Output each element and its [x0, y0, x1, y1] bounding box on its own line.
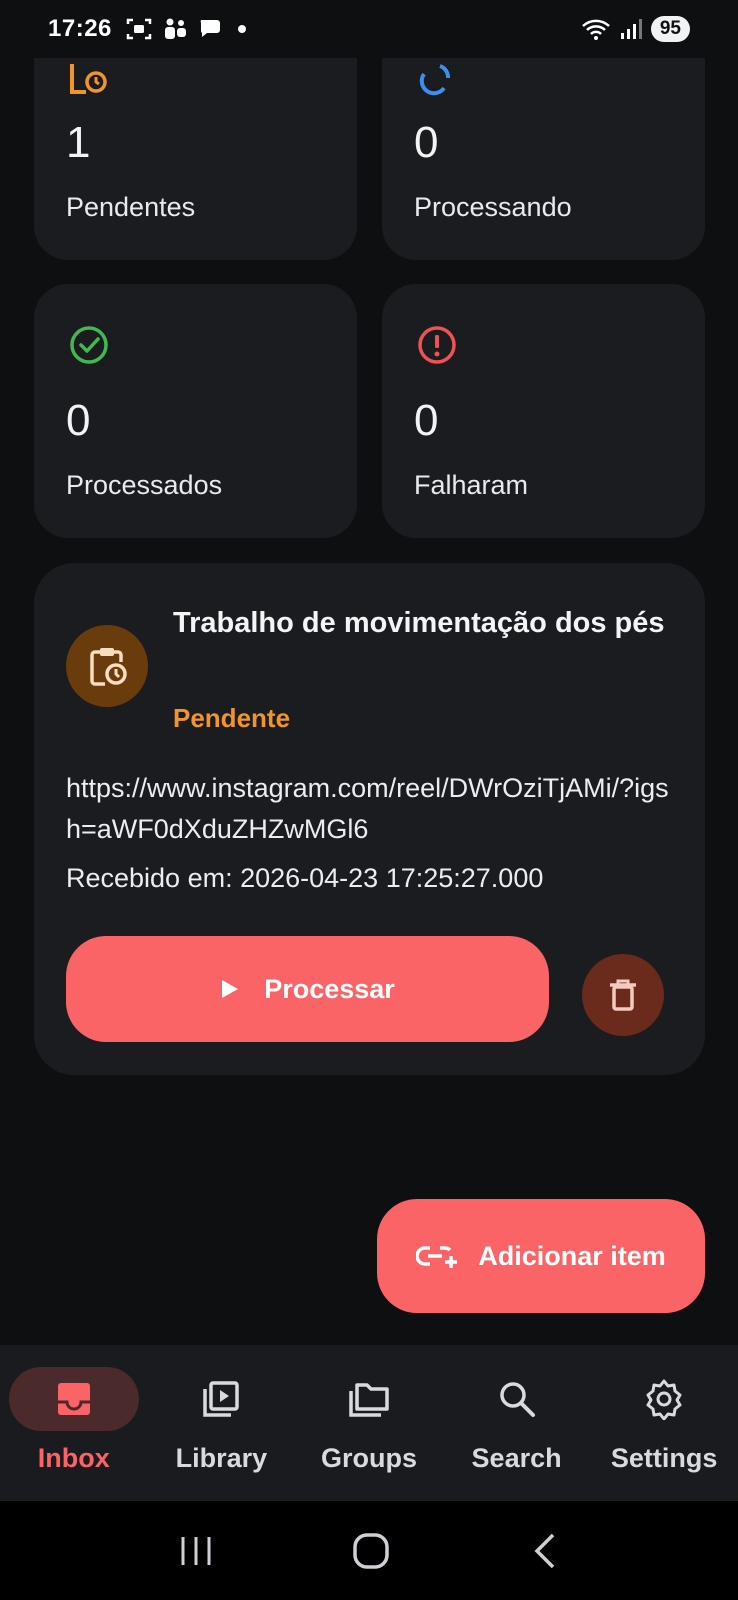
search-icon	[499, 1382, 535, 1417]
status-time: 17:26	[48, 15, 112, 42]
folders-icon	[349, 1383, 389, 1417]
add-item-label: Adicionar item	[478, 1240, 666, 1271]
process-button[interactable]: Processar	[66, 936, 549, 1042]
add-link-icon	[416, 1246, 458, 1268]
stat-label-processed: Processados	[66, 470, 223, 500]
stat-card-processed: 0 Processados	[34, 284, 357, 538]
chat-icon	[200, 20, 220, 37]
nav-item-settings[interactable]: Settings	[590, 1345, 738, 1501]
stat-label-pending: Pendentes	[66, 192, 196, 222]
sync-icon	[419, 64, 450, 96]
nav-item-groups[interactable]: Groups	[295, 1345, 443, 1501]
inbox-item-card[interactable]: Trabalho de movimentação dos pés Pendent…	[34, 563, 705, 1075]
back-icon[interactable]	[529, 1532, 559, 1570]
video-library-icon	[203, 1381, 240, 1417]
gear-icon	[646, 1379, 682, 1420]
battery-level: 95	[650, 16, 690, 42]
trash-icon	[610, 979, 636, 1011]
nav-item-library[interactable]: Library	[148, 1345, 296, 1501]
nav-pill-groups	[304, 1367, 434, 1431]
home-icon[interactable]	[352, 1532, 390, 1570]
inbox-icon	[57, 1383, 90, 1415]
stat-label-processing: Processando	[414, 192, 572, 222]
stat-value-processing: 0	[414, 118, 439, 167]
delete-button[interactable]	[582, 954, 664, 1036]
stat-label-failed: Falharam	[414, 470, 529, 500]
system-navigation-bar	[0, 1501, 738, 1600]
recent-apps-icon[interactable]	[179, 1534, 213, 1568]
status-bar: 17:26 95	[0, 0, 738, 58]
nav-label-settings: Settings	[610, 1443, 718, 1473]
stat-card-failed: 0 Falharam	[382, 284, 705, 538]
nav-item-inbox[interactable]: Inbox	[0, 1345, 148, 1501]
nav-pill-search	[452, 1367, 582, 1431]
nav-label-groups: Groups	[320, 1443, 417, 1473]
stat-value-processed: 0	[66, 396, 91, 445]
screenshot-icon	[126, 18, 152, 40]
add-item-button[interactable]: Adicionar item	[377, 1199, 705, 1313]
nav-label-search: Search	[471, 1443, 562, 1473]
nav-pill-library	[156, 1367, 286, 1431]
pending-clock-icon	[70, 64, 107, 94]
signal-icon	[620, 19, 642, 39]
item-status: Pendente	[173, 703, 291, 733]
check-circle-icon	[70, 326, 108, 364]
error-circle-icon	[418, 326, 456, 364]
status-notification-icons	[126, 17, 224, 41]
process-button-label: Processar	[264, 973, 395, 1004]
nav-pill-inbox	[8, 1367, 139, 1431]
clipboard-clock-icon	[90, 648, 127, 686]
item-title: Trabalho de movimentação dos pés	[173, 607, 665, 639]
wifi-icon	[582, 19, 610, 40]
stat-value-pending: 1	[66, 118, 91, 167]
status-right: 95	[581, 16, 690, 42]
notification-dot	[237, 25, 246, 33]
item-received-date: Recebido em: 2026-04-23 17:25:27.000	[66, 863, 544, 893]
teams-icon	[164, 18, 186, 39]
nav-label-inbox: Inbox	[37, 1443, 110, 1473]
item-avatar	[66, 625, 148, 707]
item-url[interactable]: https://www.instagram.com/reel/DWrOziTjA…	[66, 768, 676, 850]
nav-pill-settings	[599, 1367, 729, 1431]
play-icon	[222, 980, 239, 998]
bottom-navigation: Inbox Library Groups Search Settings	[0, 1345, 738, 1501]
nav-label-library: Library	[175, 1443, 268, 1473]
stat-value-failed: 0	[414, 396, 439, 445]
nav-item-search[interactable]: Search	[443, 1345, 591, 1501]
